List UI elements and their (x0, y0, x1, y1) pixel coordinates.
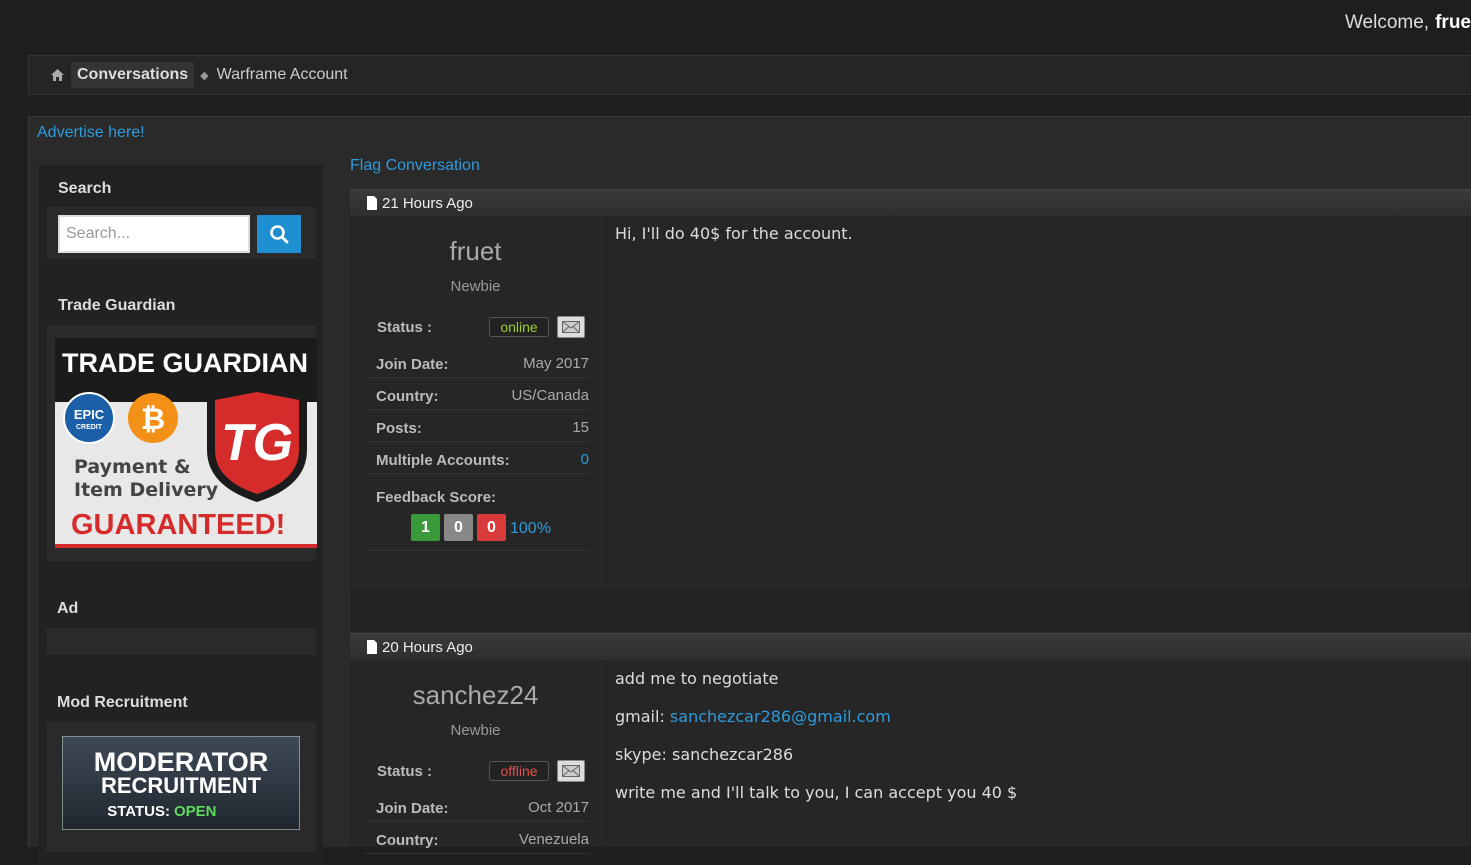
envelope-icon (562, 765, 580, 777)
join-date-label: Join Date: (376, 800, 449, 817)
country-label: Country: (376, 388, 439, 405)
post-message: Hi, I'll do 40$ for the account. (615, 224, 853, 243)
search-title: Search (58, 180, 112, 197)
multiple-accounts-label: Multiple Accounts: (376, 452, 510, 469)
multiple-accounts-value[interactable]: 0 (581, 451, 589, 468)
post-time: 20 Hours Ago (382, 638, 473, 656)
top-bar: Welcome, frue (0, 0, 1471, 50)
mod-recruitment-title: Mod Recruitment (57, 694, 188, 711)
tg-headline: TRADE GUARDIAN (62, 348, 308, 378)
advertise-link[interactable]: Advertise here! (37, 124, 145, 142)
breadcrumb-separator-icon: ◆ (200, 69, 209, 82)
welcome-username[interactable]: frue (1435, 12, 1471, 33)
feedback-positive[interactable]: 1 (411, 514, 440, 541)
flag-conversation-link[interactable]: Flag Conversation (350, 157, 480, 175)
post-user-panel: sanchez24 Newbie Status : offline Join D… (350, 660, 601, 854)
feedback-divider (364, 550, 589, 551)
bitcoin-symbol: ₿ (141, 402, 165, 437)
join-date-value: May 2017 (523, 355, 589, 372)
feedback-negative[interactable]: 0 (477, 514, 506, 541)
epic-line1: EPIC (74, 407, 105, 422)
search-input[interactable] (58, 215, 250, 253)
breadcrumb-current: Warframe Account (216, 66, 348, 83)
post-username[interactable]: sanchez24 (350, 680, 601, 711)
mod-status-label: STATUS: (107, 803, 170, 820)
post-user-panel: fruet Newbie Status : online Join Date: … (350, 216, 601, 586)
status-label: Status : (377, 763, 433, 780)
feedback-neutral[interactable]: 0 (444, 514, 473, 541)
status-badge: online (489, 317, 549, 337)
post-header: 20 Hours Ago (350, 633, 1471, 660)
send-message-button[interactable] (557, 316, 585, 338)
breadcrumb-conversations[interactable]: Conversations (71, 62, 195, 88)
tg-line1: Payment & (74, 456, 191, 478)
multiple-accounts-row: Multiple Accounts: 0 (364, 446, 589, 474)
epic-line2: CREDIT (76, 424, 103, 431)
post-message-line: add me to negotiate (615, 669, 779, 688)
country-label: Country: (376, 832, 439, 849)
feedback-percent[interactable]: 100% (510, 520, 551, 538)
trade-guardian-banner[interactable]: TRADE GUARDIAN EPIC CREDIT ₿ TG Payment … (55, 338, 317, 548)
post-body (602, 216, 1471, 586)
post-time: 21 Hours Ago (382, 194, 473, 212)
posts-row: Posts: 15 (364, 414, 589, 442)
send-message-button[interactable] (557, 760, 585, 782)
home-icon[interactable] (49, 67, 65, 83)
join-date-label: Join Date: (376, 356, 449, 373)
search-icon (269, 224, 289, 244)
mod-status-value: OPEN (174, 803, 217, 820)
tg-line2: Item Delivery (74, 479, 219, 501)
status-label: Status : (377, 319, 433, 336)
gmail-label: gmail: (615, 707, 665, 726)
feedback-score-label: Feedback Score: (376, 489, 497, 506)
ad-box (46, 628, 316, 655)
post-user-rank: Newbie (450, 722, 501, 739)
post-username[interactable]: fruet (350, 236, 601, 267)
mod-recruitment-banner[interactable]: MODERATOR RECRUITMENT STATUS: OPEN (62, 736, 300, 830)
post-message-line: gmail: sanchezcar286@gmail.com (615, 707, 891, 726)
envelope-icon (562, 321, 580, 333)
posts-label: Posts: (376, 420, 422, 437)
search-button[interactable] (257, 215, 301, 253)
tg-guaranteed: GUARANTEED! (71, 509, 285, 541)
post-separator (350, 587, 1471, 632)
join-date-row: Join Date: Oct 2017 (364, 794, 589, 822)
status-badge: offline (489, 761, 549, 781)
post-message-line: write me and I'll talk to you, I can acc… (615, 783, 1018, 802)
tg-logo-text: TG (221, 414, 293, 472)
post-user-rank: Newbie (450, 278, 501, 295)
document-icon (366, 640, 378, 654)
trade-guardian-title: Trade Guardian (58, 297, 176, 314)
ad-title: Ad (57, 600, 79, 617)
join-date-row: Join Date: May 2017 (364, 350, 589, 378)
join-date-value: Oct 2017 (528, 799, 589, 816)
email-link[interactable]: sanchezcar286@gmail.com (670, 707, 891, 726)
welcome-text: Welcome, frue (1345, 12, 1471, 34)
country-value: US/Canada (511, 387, 589, 404)
posts-value: 15 (572, 419, 589, 436)
post-header: 21 Hours Ago (350, 189, 1471, 216)
mod-line2: RECRUITMENT (101, 773, 262, 798)
breadcrumb: Conversations ◆ Warframe Account (28, 55, 1471, 95)
country-value: Venezuela (518, 831, 589, 848)
document-icon (366, 196, 378, 210)
country-row: Country: US/Canada (364, 382, 589, 410)
country-row: Country: Venezuela (364, 826, 589, 854)
welcome-label: Welcome, (1344, 12, 1430, 33)
post-message-line: skype: sanchezcar286 (615, 745, 794, 764)
